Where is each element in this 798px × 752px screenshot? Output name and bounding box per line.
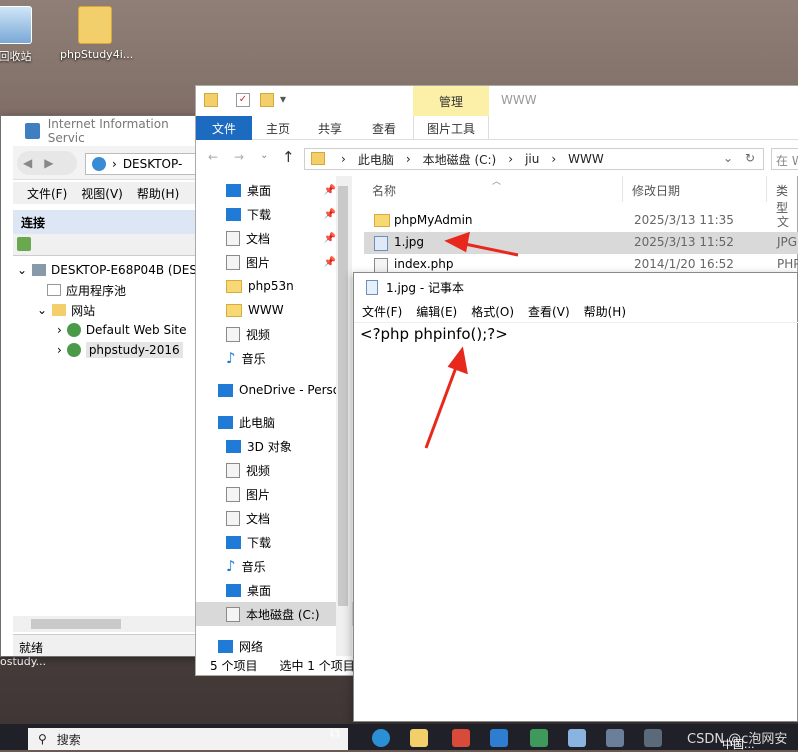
arrow-to-php-code [424, 346, 468, 449]
arrow-to-jpg-file [444, 231, 519, 257]
file-explorer-icon[interactable] [410, 729, 428, 747]
task-view-icon[interactable]: ⧉ [330, 726, 340, 742]
annotation-overlay [424, 231, 519, 449]
mail-icon[interactable] [490, 729, 508, 747]
search-icon: ⚲ [38, 732, 47, 746]
app-taskbar-icon[interactable] [606, 729, 624, 747]
edge-icon[interactable] [372, 729, 390, 747]
taskbar-search[interactable]: ⚲ 搜索 [28, 728, 348, 750]
store-icon[interactable] [452, 729, 470, 747]
iis-taskbar-icon[interactable] [530, 729, 548, 747]
taskbar-search-label: 搜索 [56, 732, 81, 747]
app-taskbar-icon[interactable] [644, 729, 662, 747]
taskbar: ⚲ 搜索 ⧉ CSDN @c泡网安 中国... [0, 724, 798, 751]
notepad-taskbar-icon[interactable] [568, 729, 586, 747]
